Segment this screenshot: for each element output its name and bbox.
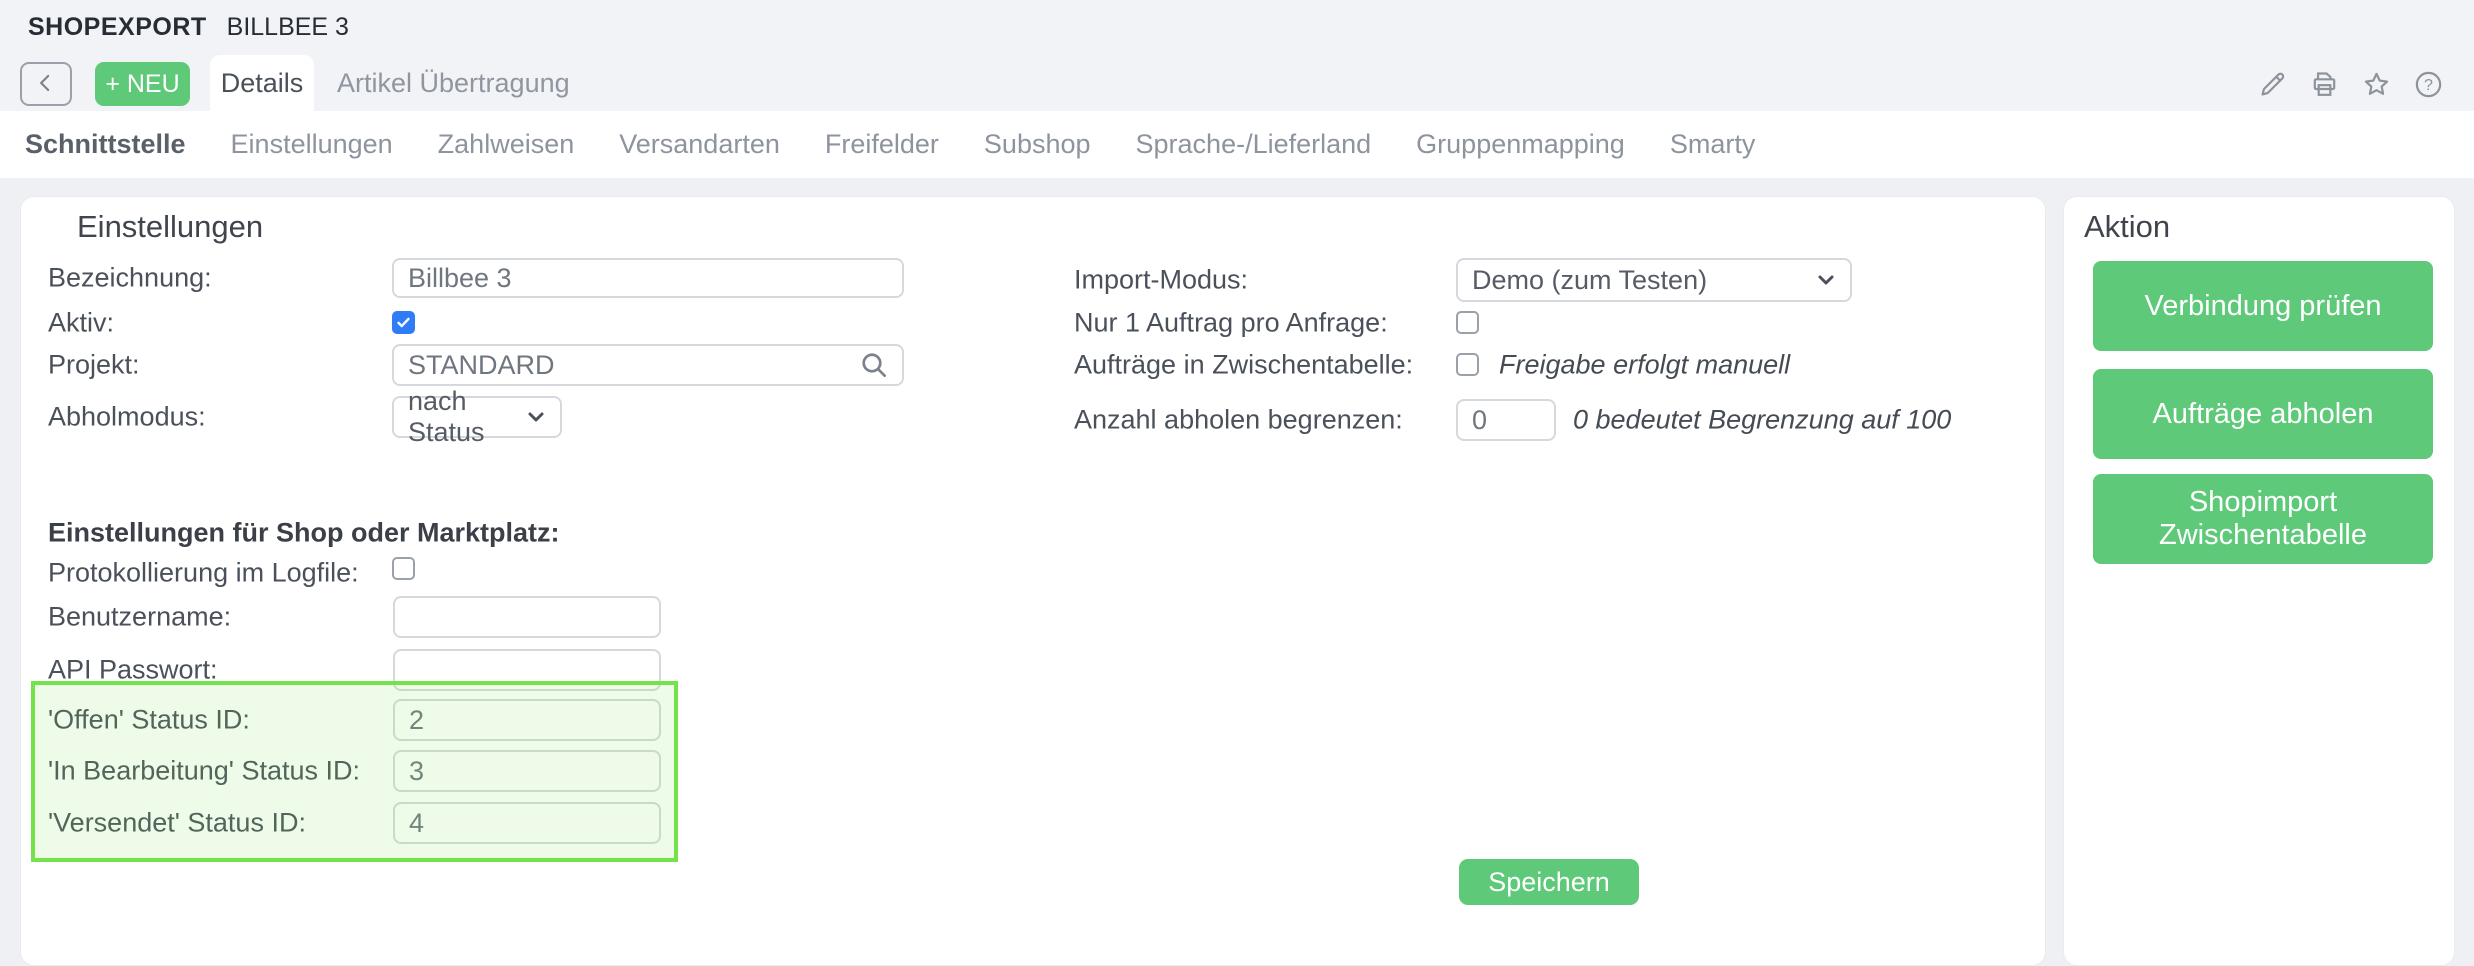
import-modus-value: Demo (zum Testen): [1472, 265, 1707, 296]
subnav-item-zahlweisen[interactable]: Zahlweisen: [438, 129, 575, 160]
versendet-status-label: 'Versendet' Status ID:: [48, 808, 306, 839]
benutzername-label: Benutzername:: [48, 602, 231, 633]
pencil-icon: [2257, 69, 2288, 100]
tab-artikel-uebertragung-label: Artikel Übertragung: [337, 68, 570, 99]
save-button[interactable]: Speichern: [1459, 859, 1639, 905]
settings-title: Einstellungen: [77, 209, 263, 245]
abholmodus-select[interactable]: nach Status: [392, 396, 562, 438]
app-title: SHOPEXPORT: [28, 13, 207, 42]
action-panel: Aktion Verbindung prüfen Aufträge abhole…: [2063, 196, 2455, 966]
offen-status-input[interactable]: [393, 699, 661, 741]
projekt-input[interactable]: [392, 344, 904, 386]
record-title: BILLBEE 3: [227, 13, 349, 42]
screen: SHOPEXPORT BILLBEE 3 + NEU Details Artik…: [0, 0, 2474, 916]
tab-artikel-uebertragung[interactable]: Artikel Übertragung: [333, 55, 574, 111]
help-icon: ?: [2413, 69, 2444, 100]
zwischentabelle-checkbox[interactable]: [1456, 353, 1479, 376]
subnav-item-subshop[interactable]: Subshop: [984, 129, 1091, 160]
shopimport-zwischentabelle-button[interactable]: Shopimport Zwischentabelle: [2093, 474, 2433, 564]
tab-details[interactable]: Details: [210, 55, 314, 111]
versendet-status-input[interactable]: [393, 802, 661, 844]
action-panel-title: Aktion: [2084, 209, 2170, 245]
zwischentabelle-label: Aufträge in Zwischentabelle:: [1074, 350, 1413, 381]
anzahl-begrenzen-input[interactable]: [1456, 399, 1556, 441]
api-passwort-label: API Passwort:: [48, 655, 218, 686]
favorite-button[interactable]: [2361, 69, 2392, 100]
subnav-item-einstellungen[interactable]: Einstellungen: [231, 129, 393, 160]
api-passwort-input[interactable]: [393, 649, 661, 691]
protokollierung-checkbox[interactable]: [392, 557, 415, 580]
anzahl-begrenzen-hint: 0 bedeutet Begrenzung auf 100: [1573, 405, 1951, 436]
import-modus-label: Import-Modus:: [1074, 265, 1248, 296]
toolbar-icons: ?: [2257, 69, 2444, 100]
abholmodus-value: nach Status: [408, 386, 512, 448]
tab-details-label: Details: [221, 68, 304, 99]
star-icon: [2361, 69, 2392, 100]
zwischentabelle-hint: Freigabe erfolgt manuell: [1499, 350, 1790, 381]
auftraege-abholen-button[interactable]: Aufträge abholen: [2093, 369, 2433, 459]
projekt-label: Projekt:: [48, 350, 140, 381]
bearbeitung-status-input[interactable]: [393, 750, 661, 792]
printer-icon: [2309, 69, 2340, 100]
aktiv-checkbox[interactable]: [392, 311, 415, 334]
shop-section-title: Einstellungen für Shop oder Marktplatz:: [48, 518, 560, 549]
benutzername-input[interactable]: [393, 596, 661, 638]
chevron-left-icon: [33, 70, 59, 99]
subnav-item-sprache-lieferland[interactable]: Sprache-/Lieferland: [1136, 129, 1372, 160]
print-button[interactable]: [2309, 69, 2340, 100]
help-button[interactable]: ?: [2413, 69, 2444, 100]
edit-button[interactable]: [2257, 69, 2288, 100]
offen-status-label: 'Offen' Status ID:: [48, 705, 250, 736]
breadcrumb: SHOPEXPORT BILLBEE 3: [28, 13, 349, 42]
nur-ein-auftrag-label: Nur 1 Auftrag pro Anfrage:: [1074, 308, 1388, 339]
anzahl-begrenzen-label: Anzahl abholen begrenzen:: [1074, 405, 1403, 436]
bezeichnung-label: Bezeichnung:: [48, 263, 212, 294]
verbindung-pruefen-button[interactable]: Verbindung prüfen: [2093, 261, 2433, 351]
subnav-item-gruppenmapping[interactable]: Gruppenmapping: [1416, 129, 1625, 160]
subnav-item-smarty[interactable]: Smarty: [1670, 129, 1756, 160]
new-button[interactable]: + NEU: [95, 62, 190, 106]
bearbeitung-status-label: 'In Bearbeitung' Status ID:: [48, 756, 360, 787]
svg-text:?: ?: [2424, 76, 2433, 94]
import-modus-select[interactable]: Demo (zum Testen): [1456, 258, 1852, 302]
subnav-item-schnittstelle[interactable]: Schnittstelle: [25, 129, 186, 160]
chevron-down-icon: [524, 405, 548, 429]
back-button[interactable]: [20, 62, 72, 106]
subnav: Schnittstelle Einstellungen Zahlweisen V…: [0, 111, 2474, 178]
topbar: SHOPEXPORT BILLBEE 3 + NEU Details Artik…: [0, 0, 2474, 111]
settings-card: Einstellungen Bezeichnung: Aktiv: Projek…: [20, 196, 2046, 966]
subnav-item-freifelder[interactable]: Freifelder: [825, 129, 939, 160]
aktiv-label: Aktiv:: [48, 308, 114, 339]
subnav-item-versandarten[interactable]: Versandarten: [619, 129, 780, 160]
bezeichnung-input[interactable]: [392, 258, 904, 298]
chevron-down-icon: [1814, 268, 1838, 292]
protokollierung-label: Protokollierung im Logfile:: [48, 558, 359, 589]
abholmodus-label: Abholmodus:: [48, 402, 206, 433]
nur-ein-auftrag-checkbox[interactable]: [1456, 311, 1479, 334]
